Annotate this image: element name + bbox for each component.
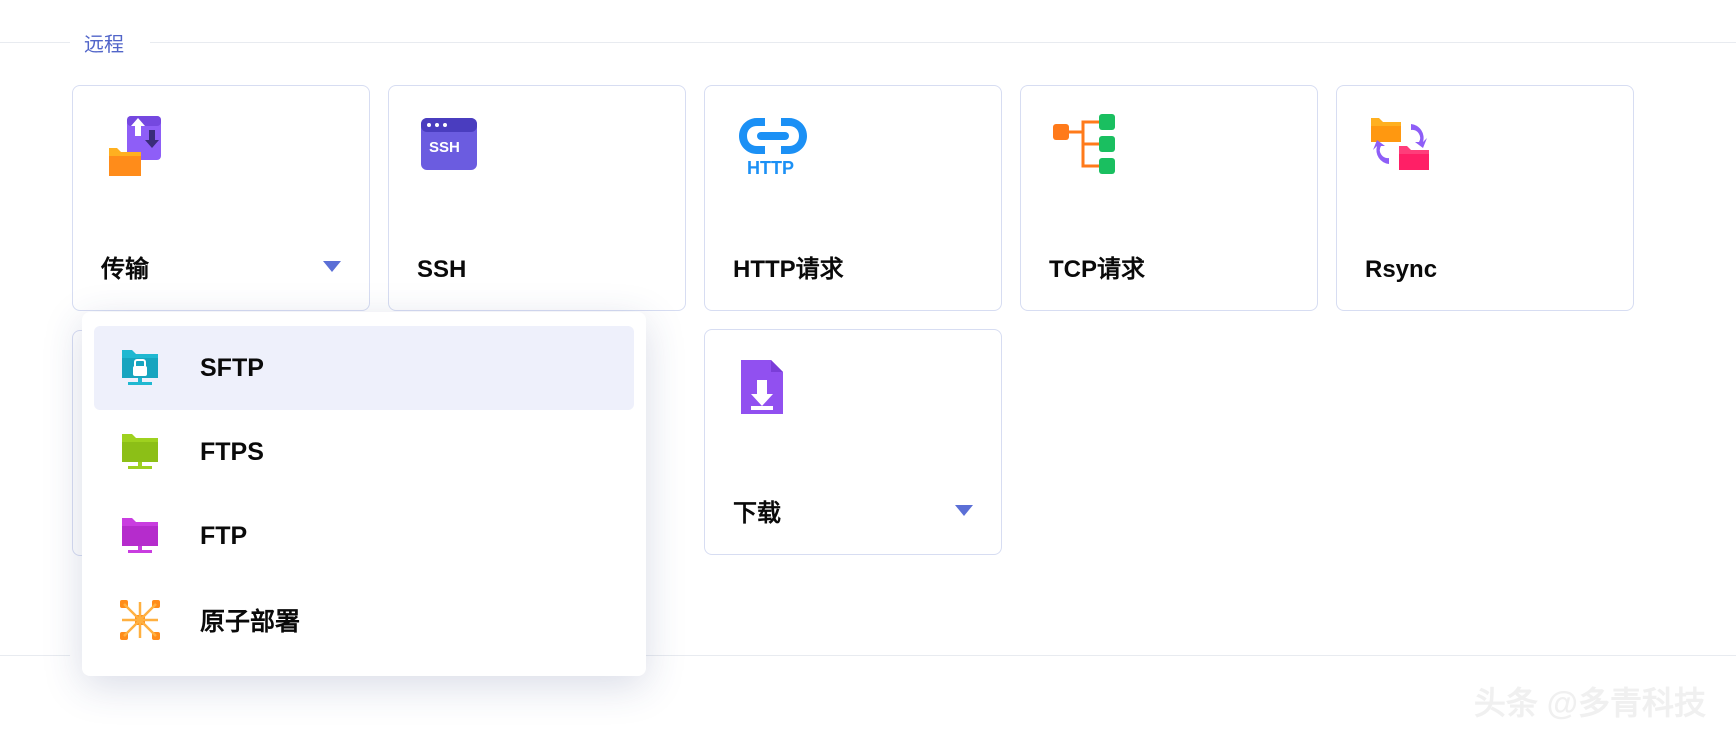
- dropdown-label: FTP: [200, 522, 247, 551]
- card-label: 下载: [733, 493, 781, 528]
- card-http[interactable]: HTTP HTTP请求: [704, 85, 1002, 311]
- card-label: HTTP请求: [733, 249, 844, 284]
- divider-line: [0, 42, 70, 43]
- transfer-icon: [101, 112, 341, 192]
- card-label: TCP请求: [1049, 249, 1145, 284]
- svg-text:SSH: SSH: [429, 139, 460, 156]
- dropdown-label: 原子部署: [200, 602, 300, 638]
- sftp-icon: [114, 342, 166, 394]
- http-icon: HTTP: [733, 112, 973, 192]
- ssh-icon: SSH: [417, 112, 657, 192]
- dropdown-item-ftp[interactable]: FTP: [94, 494, 634, 578]
- tcp-icon: [1049, 112, 1289, 192]
- card-label: SSH: [417, 256, 466, 284]
- dropdown-item-sftp[interactable]: SFTP: [94, 326, 634, 410]
- watermark-text: 头条 @多青科技: [1474, 678, 1706, 724]
- rsync-icon: [1365, 112, 1605, 192]
- dropdown-item-ftps[interactable]: FTPS: [94, 410, 634, 494]
- card-download[interactable]: 下载: [704, 329, 1002, 555]
- card-transfer[interactable]: 传输: [72, 85, 370, 311]
- cards-row: 传输 SSH SSH HTTP: [0, 85, 1736, 311]
- dropdown-label: FTPS: [200, 438, 264, 467]
- divider-line: [150, 42, 1736, 43]
- dropdown-label: SFTP: [200, 354, 264, 383]
- ftp-icon: [114, 510, 166, 562]
- card-label: Rsync: [1365, 256, 1437, 284]
- dropdown-item-atomic[interactable]: 原子部署: [94, 578, 634, 662]
- atomic-deploy-icon: [114, 594, 166, 646]
- transfer-dropdown: SFTP FTPS FTP: [82, 312, 646, 676]
- card-rsync[interactable]: Rsync: [1336, 85, 1634, 311]
- section-title: 远程: [70, 28, 138, 57]
- chevron-down-icon: [955, 505, 973, 516]
- card-ssh[interactable]: SSH SSH: [388, 85, 686, 311]
- chevron-down-icon: [323, 261, 341, 272]
- card-tcp[interactable]: TCP请求: [1020, 85, 1318, 311]
- download-icon: [733, 356, 973, 436]
- card-label: 传输: [101, 249, 149, 284]
- svg-text:HTTP: HTTP: [747, 158, 794, 178]
- section-header: 远程: [0, 0, 1736, 85]
- ftps-icon: [114, 426, 166, 478]
